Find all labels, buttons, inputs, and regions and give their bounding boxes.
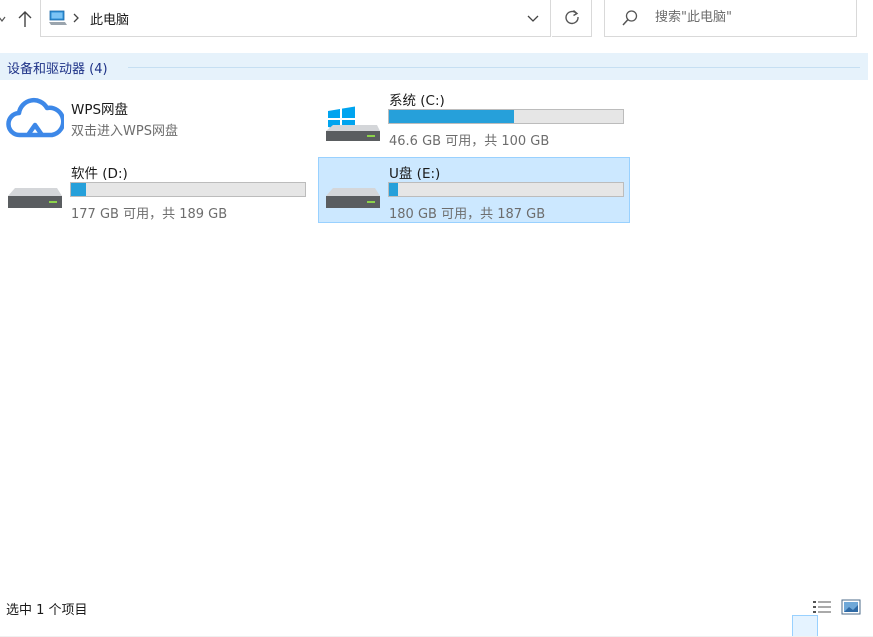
ghost-view-button (792, 615, 818, 637)
item-subtitle: 双击进入WPS网盘 (71, 124, 178, 139)
recent-locations-chevron-icon[interactable] (0, 10, 8, 28)
drive-usage-bar (70, 182, 306, 197)
drive-c-tile[interactable]: 系统 (C:) 46.6 GB 可用，共 100 GB (318, 84, 630, 150)
drive-space-text: 177 GB 可用，共 189 GB (71, 207, 228, 222)
search-input[interactable] (655, 7, 845, 27)
group-divider (128, 67, 860, 68)
search-box[interactable] (604, 0, 857, 37)
cloud-icon (6, 97, 64, 138)
drive-space-text: 46.6 GB 可用，共 100 GB (389, 134, 550, 149)
item-name: WPS网盘 (71, 102, 129, 118)
drive-d-tile[interactable]: 软件 (D:) 177 GB 可用，共 189 GB (0, 157, 312, 223)
drive-usage-bar (388, 109, 624, 124)
windows-drive-icon (326, 106, 380, 141)
breadcrumb-separator-icon[interactable] (72, 12, 80, 24)
refresh-icon (565, 9, 579, 25)
large-icons-view-icon[interactable] (841, 599, 861, 615)
drive-usage-bar (388, 182, 624, 197)
drive-space-text: 180 GB 可用，共 187 GB (389, 207, 546, 222)
item-name: 软件 (D:) (71, 166, 128, 182)
ghost-view-button (851, 615, 873, 637)
selection-count: 选中 1 个项目 (6, 603, 88, 618)
devices-and-drives-group-header[interactable]: 设备和驱动器 (4) (0, 53, 868, 80)
item-name: 系统 (C:) (389, 93, 445, 109)
wps-cloud-tile[interactable]: WPS网盘 双击进入WPS网盘 (0, 90, 312, 156)
breadcrumb-this-pc[interactable]: 此电脑 (90, 9, 129, 28)
navigation-bar: 此电脑 (0, 0, 873, 40)
this-pc-icon (49, 10, 67, 25)
details-view-icon[interactable] (812, 599, 832, 615)
up-arrow-icon[interactable] (14, 8, 36, 30)
hard-drive-icon (326, 188, 380, 208)
drive-usage-fill (71, 183, 86, 196)
drive-usage-fill (389, 110, 514, 123)
search-icon (622, 10, 638, 26)
group-title: 设备和驱动器 (4) (7, 62, 108, 77)
refresh-button[interactable] (552, 0, 592, 37)
drive-usage-fill (389, 183, 398, 196)
drive-e-tile[interactable]: U盘 (E:) 180 GB 可用，共 187 GB (318, 157, 630, 223)
address-dropdown-chevron-icon[interactable] (527, 12, 539, 24)
status-bar: 选中 1 个项目 (0, 596, 873, 637)
ghost-view-button (822, 615, 848, 637)
item-name: U盘 (E:) (389, 166, 441, 182)
address-bar[interactable]: 此电脑 (40, 0, 551, 37)
hard-drive-icon (8, 188, 62, 208)
